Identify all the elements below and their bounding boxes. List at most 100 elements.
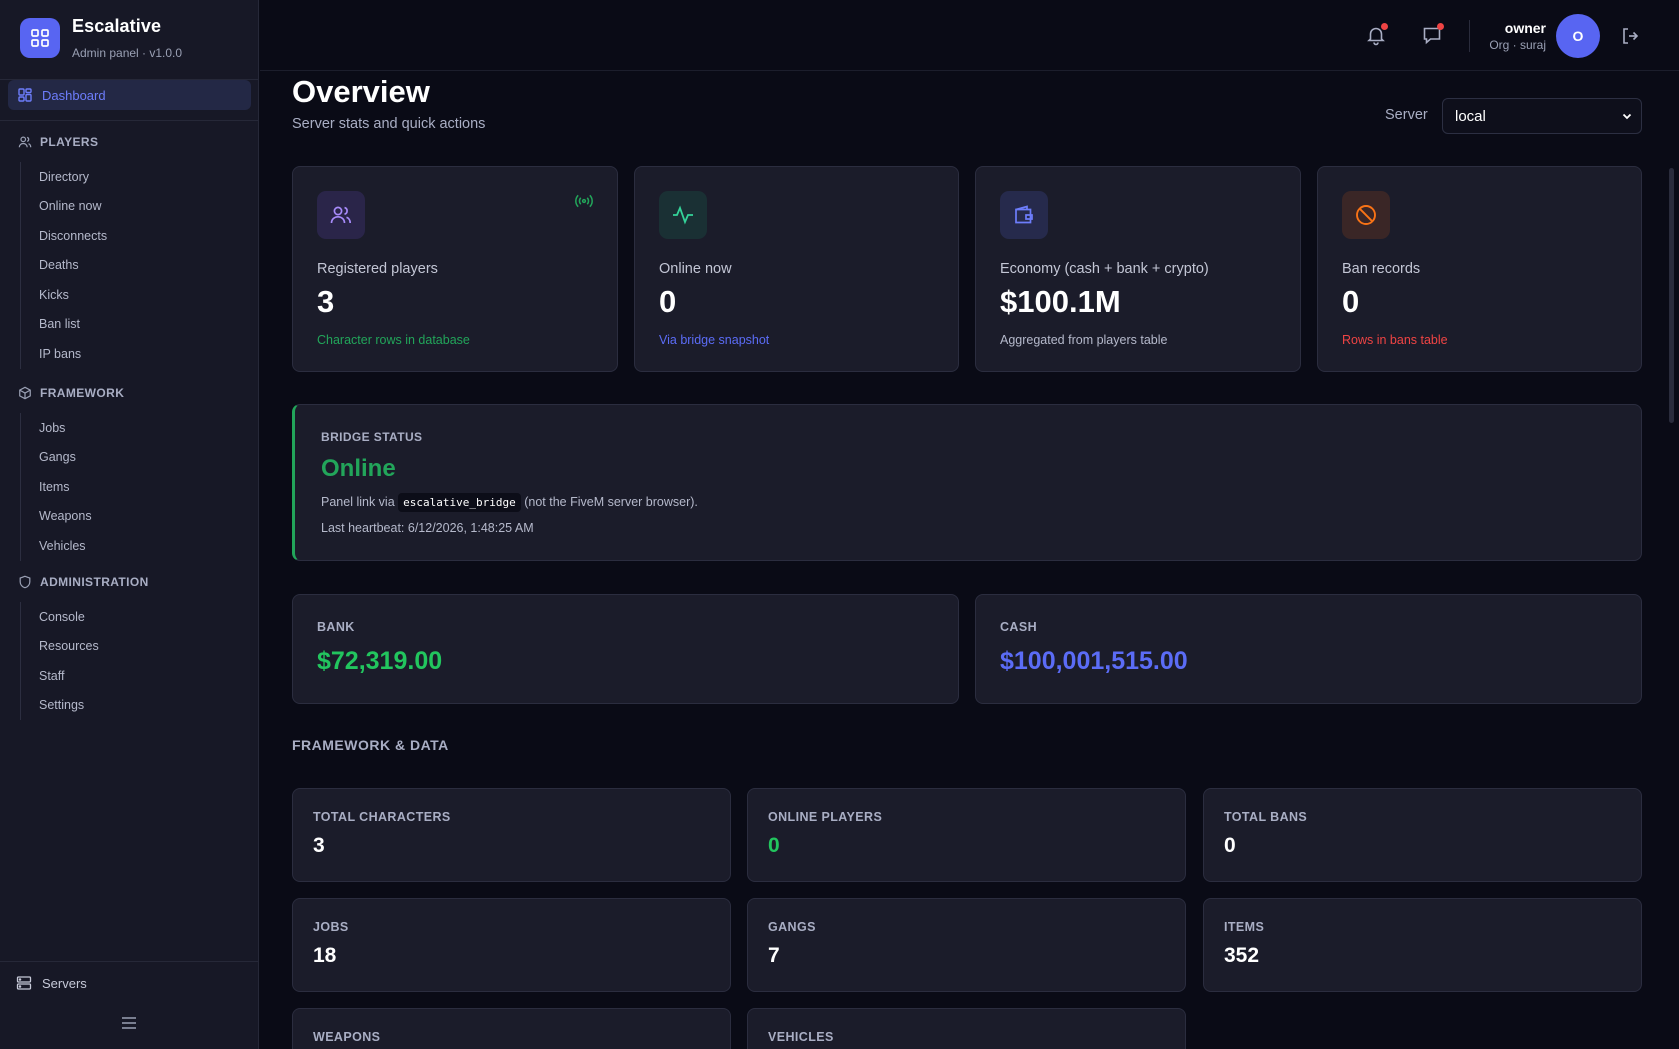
stat-card-registered-players: Registered players 3 Character rows in d… [292,166,618,372]
sidebar-section-toggle[interactable]: ADMINISTRATION [0,572,259,592]
grid-logo-icon[interactable] [20,18,60,58]
sidebar-item-resources[interactable]: Resources [21,632,259,662]
message-icon[interactable] [1421,23,1444,46]
chevron-down-icon [1622,113,1632,120]
sidebar-item-dashboard[interactable]: Dashboard [8,80,251,110]
divider [0,120,259,121]
bell-icon[interactable] [1365,23,1388,46]
sidebar-section-title: FRAMEWORK [40,386,125,400]
broadcast-icon [575,193,593,214]
stat-label: GANGS [768,920,816,934]
brand-name: Escalative [72,16,162,36]
sidebar-item-disconnects[interactable]: Disconnects [21,221,259,251]
stat-value: 18 [313,944,337,967]
sidebar-item-kicks[interactable]: Kicks [21,280,259,310]
wallet-icon [1000,191,1048,239]
stat-label: Online now [659,261,732,277]
sidebar-section-toggle[interactable]: FRAMEWORK [0,383,259,403]
bank-label: BANK [317,620,355,634]
server-label: Server [1385,107,1428,123]
stat-card-weapons: WEAPONS [292,1008,731,1049]
user-org: Org · suraj [1489,38,1546,52]
stat-value: 7 [768,944,780,967]
sidebar-item-console[interactable]: Console [21,602,259,632]
sidebar-section-administration: ADMINISTRATION Console Resources Staff S… [0,572,259,720]
bank-value: $72,319.00 [317,647,443,675]
sidebar-item-jobs[interactable]: Jobs [21,413,259,443]
stat-value: 352 [1224,944,1260,967]
stat-label: WEAPONS [313,1030,381,1044]
cash-label: CASH [1000,620,1038,634]
cash-card: CASH $100,001,515.00 [975,594,1642,704]
sidebar-section-title: PLAYERS [40,135,99,149]
sidebar-item-vehicles[interactable]: Vehicles [21,531,259,561]
stat-label: TOTAL BANS [1224,810,1308,824]
sidebar-item-ban-list[interactable]: Ban list [21,310,259,340]
sidebar-section-framework: FRAMEWORK Jobs Gangs Items Weapons Vehic… [0,383,259,561]
stat-label: ITEMS [1224,920,1265,934]
stat-label: Registered players [317,261,438,277]
stat-card-gangs: GANGS 7 [747,898,1186,992]
sidebar-item-settings[interactable]: Settings [21,691,259,721]
stat-label: VEHICLES [768,1030,834,1044]
logout-icon[interactable] [1620,26,1640,51]
notification-dot [1437,23,1444,30]
bridge-heading: BRIDGE STATUS [321,430,423,444]
stat-card-online-players: ONLINE PLAYERS 0 [747,788,1186,882]
stat-label: Ban records [1342,261,1421,277]
sidebar-item-online-now[interactable]: Online now [21,192,259,222]
sidebar-item-weapons[interactable]: Weapons [21,502,259,532]
stat-value: 3 [317,284,335,319]
stat-card-ban-records: Ban records 0 Rows in bans table [1317,166,1642,372]
stat-card-items: ITEMS 352 [1203,898,1642,992]
divider [0,961,259,962]
sidebar-item-label: Dashboard [42,87,106,103]
bridge-link-text: Panel link via escalative_bridge (not th… [321,493,698,512]
sidebar-item-directory[interactable]: Directory [21,162,259,192]
user-info[interactable]: owner Org · suraj [1489,20,1546,52]
scrollbar[interactable] [1669,168,1674,423]
stat-value: 0 [1342,284,1360,319]
stat-value: 0 [768,834,780,857]
server-select-value: local [1455,107,1486,125]
stat-card-online-now: Online now 0 Via bridge snapshot [634,166,959,372]
sidebar: Escalative Admin panel · v1.0.0 Dashboar… [0,0,259,1049]
stat-card-vehicles: VEHICLES [747,1008,1186,1049]
sidebar-item-deaths[interactable]: Deaths [21,251,259,281]
ban-icon [1342,191,1390,239]
stat-card-economy: Economy (cash + bank + crypto) $100.1M A… [975,166,1301,372]
sidebar-item-ip-bans[interactable]: IP bans [21,339,259,369]
sidebar-section-toggle[interactable]: PLAYERS [0,132,259,152]
stat-card-total-characters: TOTAL CHARACTERS 3 [292,788,731,882]
notification-dot [1381,23,1388,30]
stat-note: Rows in bans table [1342,333,1448,347]
stat-label: ONLINE PLAYERS [768,810,883,824]
users-icon [317,191,365,239]
cube-icon [19,386,31,400]
sidebar-section-title: ADMINISTRATION [40,575,149,589]
server-select[interactable]: local [1442,98,1642,134]
users-icon [18,136,32,148]
stat-value: 0 [1224,834,1236,857]
menu-icon[interactable] [121,1016,137,1035]
activity-icon [659,191,707,239]
bridge-link-prefix: Panel link via [321,495,395,509]
stat-value: $100.1M [1000,284,1121,319]
page-title: Overview [292,74,430,109]
brand: Escalative Admin panel · v1.0.0 [0,0,258,80]
stat-card-total-bans: TOTAL BANS 0 [1203,788,1642,882]
bridge-status-card: BRIDGE STATUS Online Panel link via esca… [292,404,1642,561]
sidebar-item-servers[interactable]: Servers [16,975,87,991]
bridge-link-suffix: (not the FiveM server browser). [524,495,698,509]
server-icon [16,976,32,990]
user-name: owner [1504,20,1546,36]
stat-card-jobs: JOBS 18 [292,898,731,992]
page-subtitle: Server stats and quick actions [292,116,486,132]
sidebar-item-gangs[interactable]: Gangs [21,443,259,473]
sidebar-item-label: Servers [42,975,87,991]
bridge-link-code: escalative_bridge [398,493,521,512]
sidebar-item-staff[interactable]: Staff [21,661,259,691]
avatar[interactable]: O [1556,14,1600,58]
divider [1469,20,1470,52]
sidebar-item-items[interactable]: Items [21,472,259,502]
